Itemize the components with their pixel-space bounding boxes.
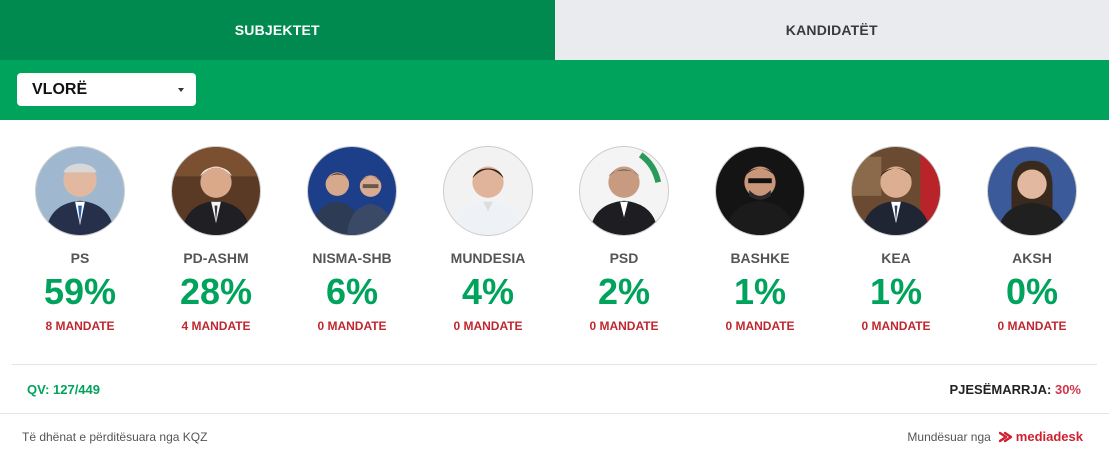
party-card: AKSH 0% 0 MANDATE xyxy=(964,146,1100,364)
district-select[interactable]: VLORË xyxy=(17,73,196,106)
tab-kandidatet[interactable]: KANDIDATËT xyxy=(554,0,1109,60)
party-mandates: 0 MANDATE xyxy=(725,319,795,333)
party-mandates: 0 MANDATE xyxy=(861,319,931,333)
filter-bar: VLORË xyxy=(0,60,1109,120)
polling-stations-count: QV: 127/449 xyxy=(27,381,100,397)
party-mandates: 0 MANDATE xyxy=(317,319,387,333)
party-percent: 2% xyxy=(597,271,651,312)
party-percent: 4% xyxy=(461,271,515,312)
party-mandates: 8 MANDATE xyxy=(45,319,115,333)
mediadesk-logo-icon xyxy=(998,431,1012,442)
party-name: AKSH xyxy=(1012,250,1052,266)
avatar xyxy=(579,146,669,236)
party-card: PSD 2% 0 MANDATE xyxy=(556,146,692,364)
stats-bar: QV: 127/449 PJESËMARRJA: 30% xyxy=(0,365,1109,413)
party-card: BASHKE 1% 0 MANDATE xyxy=(692,146,828,364)
turnout-value: 30% xyxy=(1054,381,1081,397)
avatar xyxy=(307,146,397,236)
party-card: PS 59% 8 MANDATE xyxy=(12,146,148,364)
party-card: KEA 1% 0 MANDATE xyxy=(828,146,964,364)
party-mandates: 0 MANDATE xyxy=(453,319,523,333)
avatar xyxy=(171,146,261,236)
party-mandates: 0 MANDATE xyxy=(997,319,1067,333)
data-source-note: Të dhënat e përditësuara nga KQZ xyxy=(22,429,208,444)
avatar xyxy=(715,146,805,236)
party-mandates: 0 MANDATE xyxy=(589,319,659,333)
party-card: MUNDESIA 4% 0 MANDATE xyxy=(420,146,556,364)
party-name: PD-ASHM xyxy=(183,250,249,266)
tab-subjektet[interactable]: SUBJEKTET xyxy=(0,0,555,60)
party-percent: 1% xyxy=(869,271,923,312)
party-card: NISMA-SHB 6% 0 MANDATE xyxy=(284,146,420,364)
party-name: NISMA-SHB xyxy=(312,250,392,266)
party-name: BASHKE xyxy=(730,250,790,266)
district-select-value: VLORË xyxy=(32,80,88,98)
party-name: PS xyxy=(70,250,90,266)
party-percent: 0% xyxy=(1005,271,1059,312)
mediadesk-logo-text: mediadesk xyxy=(1015,429,1083,444)
party-name: PSD xyxy=(609,250,639,266)
chevron-down-icon xyxy=(178,87,184,92)
party-name: KEA xyxy=(881,250,911,266)
party-percent: 6% xyxy=(325,271,379,312)
footer: Të dhënat e përditësuara nga KQZ Mundësu… xyxy=(0,414,1109,450)
turnout: PJESËMARRJA: 30% xyxy=(949,382,1081,397)
party-name: MUNDESIA xyxy=(450,250,526,266)
avatar xyxy=(443,146,533,236)
party-mandates: 4 MANDATE xyxy=(181,319,251,333)
avatar xyxy=(987,146,1077,236)
party-percent: 28% xyxy=(179,271,253,312)
party-percent: 1% xyxy=(733,271,787,312)
party-percent: 59% xyxy=(43,271,117,312)
turnout-label: PJESËMARRJA: xyxy=(949,381,1052,397)
avatar xyxy=(35,146,125,236)
powered-by-label: Mundësuar nga xyxy=(907,429,991,444)
avatar xyxy=(851,146,941,236)
mediadesk-logo[interactable]: mediadesk xyxy=(998,429,1083,444)
tab-bar: SUBJEKTET KANDIDATËT xyxy=(0,0,1109,60)
party-results: PS 59% 8 MANDATE PD-ASHM 28% 4 MANDATE N… xyxy=(0,120,1109,364)
party-card: PD-ASHM 28% 4 MANDATE xyxy=(148,146,284,364)
powered-by: Mundësuar nga mediadesk xyxy=(907,429,1083,444)
